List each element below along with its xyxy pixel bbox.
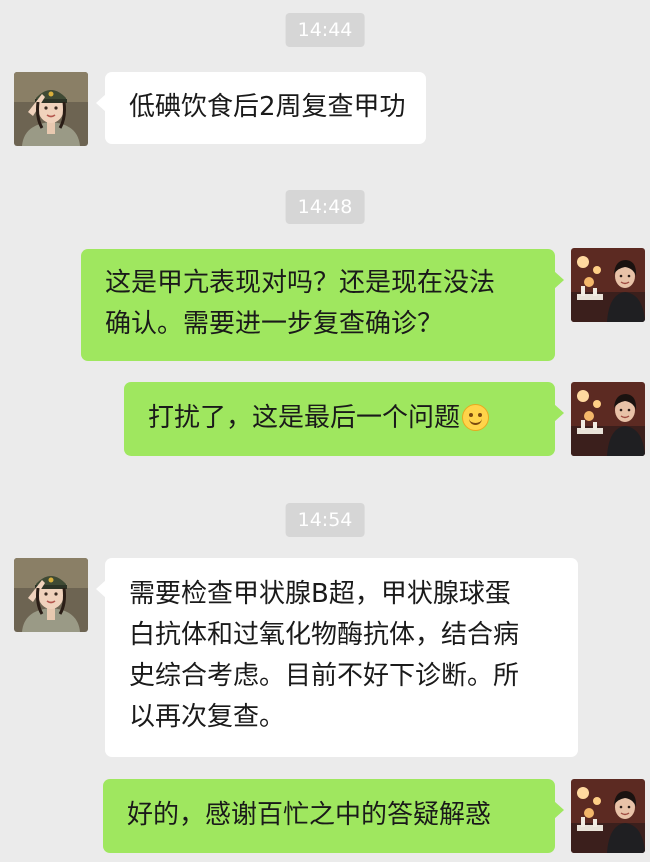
message-text: 白抗体和过氧化物酶抗体，结合病 [129,620,520,650]
user-avatar-icon [571,248,645,322]
message-text: 这是甲亢表现对吗？还是现在没法 [105,268,496,298]
contact-avatar[interactable] [14,558,88,632]
message-line: 打扰了，这是最后一个问题 [148,398,531,439]
incoming-message-bubble[interactable]: 需要检查甲状腺B超，甲状腺球蛋 白抗体和过氧化物酶抗体，结合病 史综合考虑。目前… [96,558,578,757]
message-text: 确认。需要进一步复查确诊？ [105,309,444,339]
timestamp: 14:48 [285,190,365,224]
soldier-avatar-icon [14,72,88,146]
message-text: 打扰了，这是最后一个问题 [148,403,461,433]
message-text: 需要检查甲状腺B超，甲状腺球蛋 [129,579,511,609]
user-avatar[interactable] [571,248,645,322]
timestamp: 14:44 [285,13,365,47]
incoming-message-bubble[interactable]: 低碘饮食后2周复查甲功 [96,72,426,144]
user-avatar[interactable] [571,382,645,456]
user-avatar[interactable] [571,779,645,853]
smiling-face-emoji-icon [462,404,490,431]
message-text: 以再次复查。 [129,702,286,732]
message-text: 低碘饮食后2周复查甲功 [129,92,406,122]
chat-window: 14:44 低碘饮食后2周复查甲功 14:48 这是甲亢表现对吗？还是现在没法 … [0,0,650,862]
timestamp: 14:54 [285,503,365,537]
outgoing-message-bubble[interactable]: 好的，感谢百忙之中的答疑解惑 [103,779,564,853]
outgoing-message-bubble[interactable]: 这是甲亢表现对吗？还是现在没法 确认。需要进一步复查确诊？ [81,249,564,361]
message-text: 好的，感谢百忙之中的答疑解惑 [127,800,492,830]
user-avatar-icon [571,382,645,456]
outgoing-message-bubble[interactable]: 打扰了，这是最后一个问题 [124,382,564,456]
user-avatar-icon [571,779,645,853]
soldier-avatar-icon [14,558,88,632]
message-text: 史综合考虑。目前不好下诊断。所 [129,661,520,691]
contact-avatar[interactable] [14,72,88,146]
